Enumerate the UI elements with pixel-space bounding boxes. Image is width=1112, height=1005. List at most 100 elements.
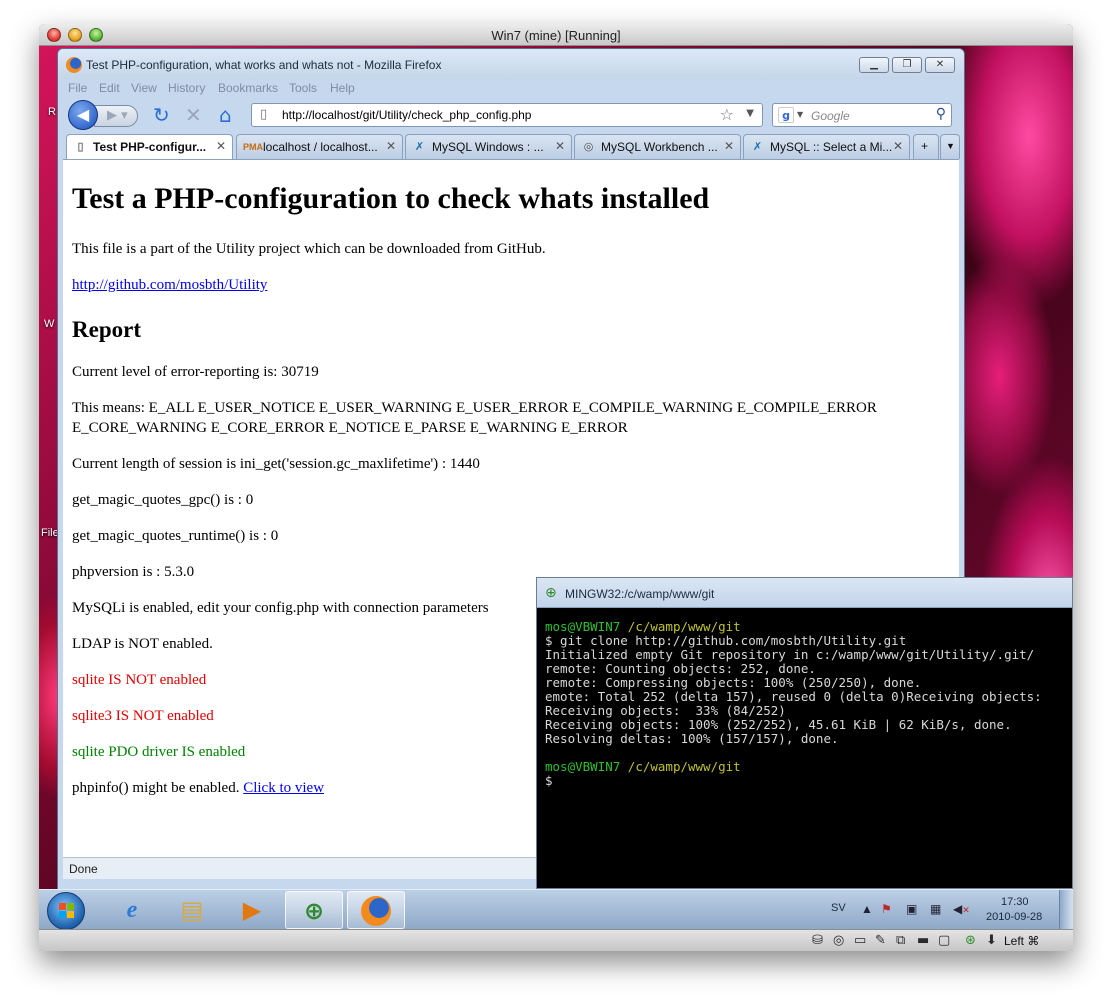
navigation-toolbar: ▶ ▾ ◀ ↻ ✕ ⌂ ▯ http://localhost/git/Utili… <box>58 99 964 133</box>
page-icon: ▯ <box>77 141 84 153</box>
windows-taskbar: e ▤ ▶ ⊕ SV ▲ ⚑ ▣ ▦ ◀✕ 17:30 2010-09-28 <box>39 889 1073 930</box>
url-dropdown-icon[interactable]: ▼ <box>746 108 754 119</box>
close-tab-icon[interactable]: ✕ <box>893 139 903 153</box>
terminal-line: remote: Compressing objects: 100% (250/2… <box>545 675 922 690</box>
language-indicator[interactable]: SV <box>831 902 846 914</box>
menu-edit[interactable]: Edit <box>99 81 120 95</box>
git-gui-icon[interactable]: ⊕ <box>285 891 343 929</box>
display-icon[interactable]: ▢ <box>938 933 950 948</box>
menu-bookmarks[interactable]: Bookmarks <box>218 81 278 95</box>
host-key-indicator: Left ⌘ <box>1004 934 1040 948</box>
tab-localhost[interactable]: PMA localhost / localhost... ✕ <box>236 134 403 159</box>
hard-disk-icon[interactable]: ⛁ <box>812 933 823 948</box>
error-reporting-level: Current level of error-reporting is: 307… <box>72 364 319 380</box>
page-heading: Test a PHP-configuration to check whats … <box>72 182 710 215</box>
mysql-dolphin-icon: ✗ <box>414 141 425 153</box>
close-tab-icon[interactable]: ✕ <box>386 139 396 153</box>
github-link[interactable]: http://github.com/mosbth/Utility <box>72 277 267 293</box>
terminal-line: Initialized empty Git repository in c:/w… <box>545 647 1035 662</box>
terminal-line: emote: Total 252 (delta 157), reused 0 (… <box>545 689 1042 704</box>
floppy-icon[interactable]: ▭ <box>854 933 866 948</box>
menu-file[interactable]: File <box>68 81 87 95</box>
menu-view[interactable]: View <box>131 81 157 95</box>
new-tab-button[interactable]: + <box>913 134 939 159</box>
close-tab-icon[interactable]: ✕ <box>216 139 226 153</box>
shared-folder-icon[interactable]: ▬ <box>917 933 929 948</box>
close-tab-icon[interactable]: ✕ <box>555 139 565 153</box>
virtualization-icon[interactable]: ⊛ <box>965 933 976 948</box>
menu-tools[interactable]: Tools <box>289 81 317 95</box>
network-icon[interactable]: ▦ <box>930 902 941 916</box>
terminal-line: Resolving deltas: 100% (157/157), done. <box>545 731 839 746</box>
mouse-integration-icon[interactable]: ⬇ <box>986 933 997 948</box>
prompt-user: mos@VBWIN7 <box>545 759 621 774</box>
terminal-title: MINGW32:/c/wamp/www/git <box>565 587 715 601</box>
tab-mysql-windows[interactable]: ✗ MySQL Windows : ... ✕ <box>405 134 572 159</box>
ie-icon[interactable]: e <box>103 891 161 929</box>
clock-date[interactable]: 2010-09-28 <box>986 911 1042 923</box>
search-engine-dropdown-icon[interactable]: ▼ <box>797 110 803 119</box>
reload-icon[interactable]: ↻ <box>153 104 170 126</box>
minimize-button[interactable]: ▁ <box>859 57 889 73</box>
tab-list-button[interactable]: ▼ <box>940 134 960 159</box>
tab-mysql-select[interactable]: ✗ MySQL :: Select a Mi... ✕ <box>743 134 910 159</box>
terminal-cursor-line[interactable]: $ <box>545 774 1042 788</box>
pma-icon: PMA <box>243 142 263 152</box>
tab-label: localhost / localhost... <box>263 140 378 154</box>
terminal-line: Receiving objects: 33% (84/252) <box>545 703 786 718</box>
page-icon: ▯ <box>260 107 268 122</box>
desktop-icon-label[interactable]: R <box>48 106 56 118</box>
search-bar[interactable]: g ▼ Google ⚲ <box>772 103 952 127</box>
firefox-icon <box>66 57 82 73</box>
terminal-titlebar: ⊕ MINGW32:/c/wamp/www/git <box>537 578 1072 608</box>
back-button[interactable]: ◀ <box>68 100 98 130</box>
start-button[interactable] <box>47 892 85 930</box>
firefox-icon <box>361 896 391 926</box>
phpinfo-link[interactable]: Click to view <box>243 780 324 796</box>
usb-icon[interactable]: ▣ <box>906 902 917 916</box>
system-tray: SV ▲ ⚑ ▣ ▦ ◀✕ 17:30 2010-09-28 <box>819 890 1059 930</box>
phpinfo-text: phpinfo() might be enabled. <box>72 780 240 796</box>
mingw-terminal-window[interactable]: ⊕ MINGW32:/c/wamp/www/git mos@VBWIN7 /c/… <box>536 577 1073 889</box>
volume-muted-icon[interactable]: ◀✕ <box>953 902 970 916</box>
bookmark-star-icon[interactable]: ☆ <box>720 105 734 124</box>
terminal-output: mos@VBWIN7 /c/wamp/www/git $ git clone ht… <box>545 620 1042 788</box>
google-icon[interactable]: g <box>778 107 794 123</box>
desktop-icon-label[interactable]: W <box>44 318 54 330</box>
github-link-row: http://github.com/mosbth/Utility <box>72 275 932 295</box>
virtualbox-statusbar: ⛁ ◎ ▭ ✎ ⧉ ▬ ▢ ⊛ ⬇ Left ⌘ <box>39 929 1073 951</box>
virtualbox-window: Win7 (mine) [Running] R W File Test PHP-… <box>39 24 1073 951</box>
menu-history[interactable]: History <box>168 81 205 95</box>
show-desktop-button[interactable] <box>1059 890 1073 930</box>
terminal-line: remote: Counting objects: 252, done. <box>545 661 816 676</box>
home-icon[interactable]: ⌂ <box>219 104 232 126</box>
clock-time[interactable]: 17:30 <box>1001 896 1029 908</box>
menu-help[interactable]: Help <box>330 81 355 95</box>
close-tab-icon[interactable]: ✕ <box>724 139 734 153</box>
stop-icon[interactable]: ✕ <box>185 104 202 126</box>
tab-test-php[interactable]: ▯ Test PHP-configur... ✕ <box>66 134 233 160</box>
terminal-prompt: mos@VBWIN7 /c/wamp/www/git <box>545 620 1042 634</box>
prompt-path: /c/wamp/www/git <box>627 759 741 774</box>
error-reporting-meaning: This means: E_ALL E_USER_NOTICE E_USER_W… <box>72 400 877 436</box>
tab-mysql-workbench[interactable]: ◎ MySQL Workbench ... ✕ <box>574 134 741 159</box>
maximize-button[interactable]: ❐ <box>892 57 922 73</box>
intro-text: This file is a part of the Utility proje… <box>72 241 546 257</box>
media-player-icon[interactable]: ▶ <box>223 891 281 929</box>
windows-logo-icon <box>59 903 75 919</box>
search-icon[interactable]: ⚲ <box>936 106 946 122</box>
firefox-window-title: Test PHP-configuration, what works and w… <box>86 58 442 72</box>
window-title: Win7 (mine) [Running] <box>491 28 621 43</box>
close-button[interactable]: ✕ <box>925 57 955 73</box>
network-adapter-icon[interactable]: ⧉ <box>896 933 905 948</box>
firefox-taskbar-icon[interactable] <box>347 891 405 929</box>
explorer-icon[interactable]: ▤ <box>163 891 221 929</box>
forward-button[interactable]: ▶ ▾ <box>94 105 138 127</box>
usb-icon[interactable]: ✎ <box>875 933 886 948</box>
action-center-icon[interactable]: ⚑ <box>881 902 892 916</box>
search-placeholder: Google <box>811 109 850 123</box>
prompt-user: mos@VBWIN7 <box>545 619 621 634</box>
show-hidden-icons-icon[interactable]: ▲ <box>861 902 873 916</box>
url-bar[interactable]: ▯ http://localhost/git/Utility/check_php… <box>251 103 763 127</box>
optical-drive-icon[interactable]: ◎ <box>833 933 844 948</box>
